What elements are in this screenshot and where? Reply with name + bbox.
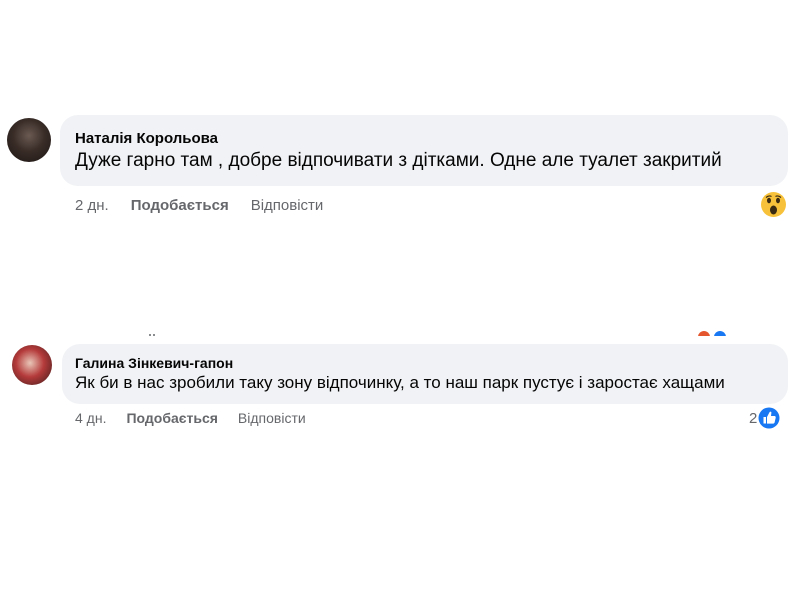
reply-button[interactable]: Відповісти: [251, 197, 324, 214]
comment-time[interactable]: 4 дн.: [75, 410, 106, 426]
reaction-count: 2: [749, 409, 758, 427]
avatar[interactable]: [12, 345, 52, 385]
comment-author[interactable]: Наталія Корольова: [75, 130, 218, 147]
reply-button[interactable]: Відповісти: [238, 410, 306, 426]
comment-author[interactable]: Галина Зінкевич-гапон: [75, 355, 233, 371]
comment-text: Як би в нас зробили таку зону відпочинку…: [75, 373, 725, 392]
like-button[interactable]: Подобається: [131, 197, 229, 214]
like-button[interactable]: Подобається: [126, 410, 217, 426]
like-icon: [758, 407, 780, 429]
reaction-summary[interactable]: [760, 191, 787, 218]
reaction-summary[interactable]: 2: [749, 407, 780, 429]
avatar[interactable]: [7, 118, 51, 162]
comment-text: Дуже гарно там , добре відпочивати з діт…: [75, 150, 722, 171]
comment-actions: 4 дн. Подобається Відповісти: [75, 410, 306, 426]
wow-icon: [761, 192, 786, 217]
comment-time[interactable]: 2 дн.: [75, 197, 109, 214]
comment-actions: 2 дн. Подобається Відповісти: [75, 197, 323, 214]
cropped-partial-content: [130, 323, 770, 343]
